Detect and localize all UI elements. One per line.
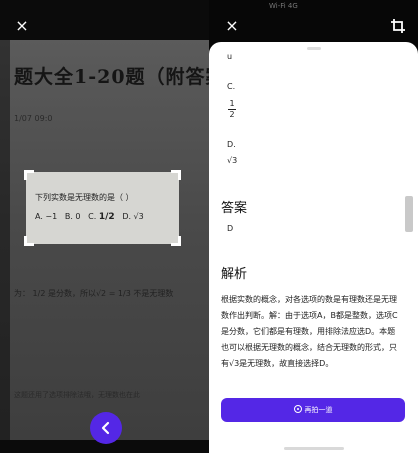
photo-bottom-text: 这题还用了选项排除法哦，无理数也在此 — [14, 391, 140, 399]
crop-question-text: 下列实数是无理数的是（ ） — [35, 193, 134, 202]
answer-value: D — [227, 224, 234, 233]
photo-date-text: 1/07 09:0 — [14, 114, 53, 123]
answer-sheet: u C. 1 2 D. √3 答案 D 解析 根据实数的概念，对各选项的数是有理… — [209, 42, 418, 453]
option-c-denominator: 2 — [229, 110, 235, 119]
camera-panel: 题大全1-20题（附答案） 1/07 09:0 下列实数是无理数的是（ ） A.… — [0, 0, 209, 453]
status-bar-text: Wi-Fi 4G — [269, 2, 298, 10]
option-c-numerator: 1 — [229, 99, 235, 108]
option-d-value: √3 — [227, 156, 238, 165]
result-panel: Wi-Fi 4G × u C. 1 2 D. √3 答案 D 解析 根据实数的概… — [209, 0, 418, 453]
crop-handle-bottom-left[interactable] — [24, 236, 34, 246]
crop-option-b: B. 0 — [64, 212, 81, 221]
camera-icon — [293, 405, 302, 413]
photo-edge-shadow — [0, 40, 10, 440]
close-result-button[interactable]: × — [223, 17, 241, 35]
crop-icon[interactable] — [390, 18, 406, 34]
option-c-fraction: 1 2 — [227, 100, 237, 119]
crop-option-c-value: 1/2 — [98, 212, 115, 222]
crop-option-c: C. — [88, 212, 97, 221]
crop-option-a: A. −1 — [35, 212, 58, 221]
crop-handle-bottom-right[interactable] — [171, 236, 181, 246]
crop-handle-top-right[interactable] — [171, 170, 181, 180]
retake-button[interactable]: 再拍一道 — [221, 398, 405, 422]
option-d-letter: D. — [227, 140, 236, 149]
scrollbar-thumb[interactable] — [405, 196, 413, 232]
back-button[interactable] — [90, 412, 122, 444]
crop-handle-top-left[interactable] — [24, 170, 34, 180]
chevron-left-icon — [101, 421, 110, 435]
crop-option-d: D. √3 — [122, 212, 144, 221]
crop-frame[interactable]: 下列实数是无理数的是（ ） A. −1 B. 0 C. 1/2 D. √3 — [24, 170, 181, 246]
photo-title-text: 题大全1-20题（附答案） — [14, 66, 209, 88]
option-u-text: u — [227, 52, 233, 61]
sheet-drag-handle[interactable] — [307, 47, 321, 50]
retake-label: 再拍一道 — [304, 406, 333, 414]
photo-body-text: 为： 1/2 是分数，所以√2 = 1/3 不是无理数 — [14, 289, 174, 298]
analysis-text: 根据实数的概念，对各选项的数是有理数还是无理数作出判断。解：由于选项A，B都是整… — [221, 295, 398, 368]
analysis-heading: 解析 — [221, 267, 248, 282]
crop-options: A. −1 B. 0 C. 1/2 D. √3 — [35, 212, 144, 222]
answer-heading: 答案 — [221, 201, 248, 216]
home-indicator — [284, 447, 344, 450]
close-camera-button[interactable]: × — [13, 17, 31, 35]
option-c-letter: C. — [227, 82, 236, 91]
